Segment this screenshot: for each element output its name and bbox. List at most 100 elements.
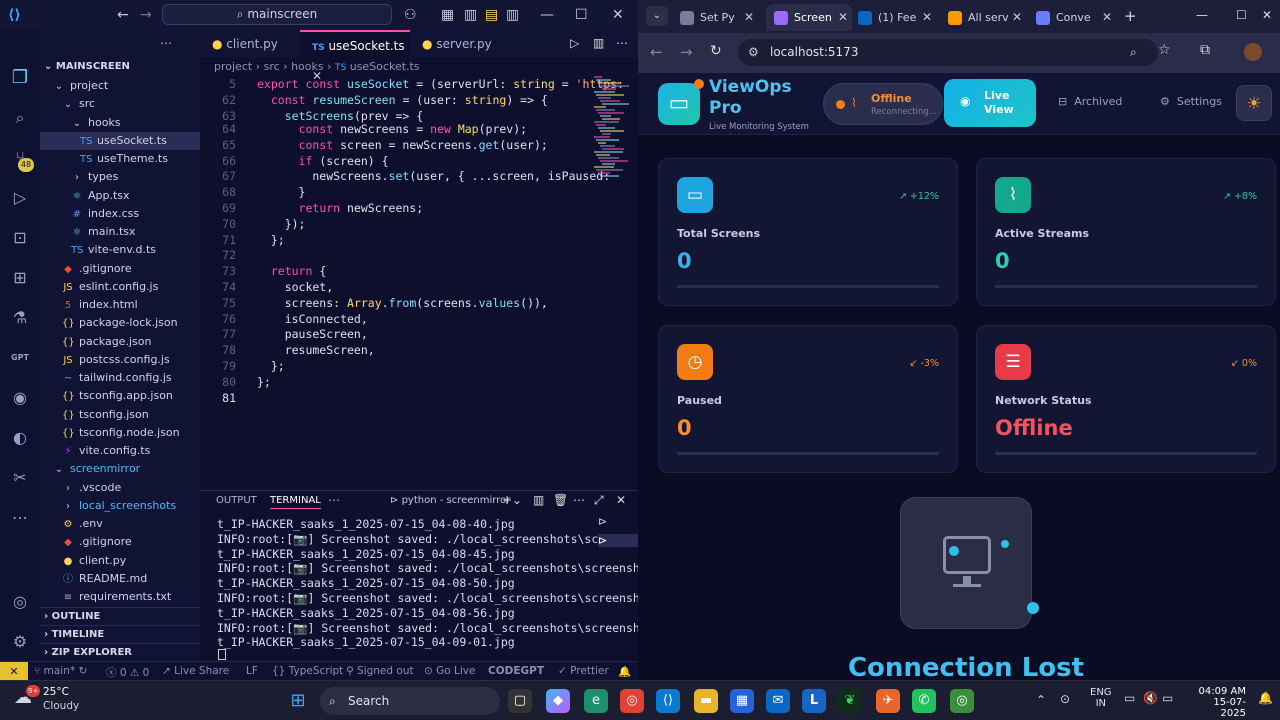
store-app-icon[interactable]: ▦ xyxy=(730,689,754,713)
codegpt-status[interactable]: CODEGPT xyxy=(488,665,544,677)
back-arrow-icon[interactable]: ← xyxy=(650,43,663,61)
file-tree-item[interactable]: ⌄ project xyxy=(40,77,200,95)
minimize-icon[interactable]: — xyxy=(540,7,554,23)
language-indicator[interactable]: ENG IN xyxy=(1090,687,1112,709)
postman-app-icon[interactable]: ✈ xyxy=(876,689,900,713)
file-tree-item[interactable]: TS vite-env.d.ts xyxy=(40,241,200,259)
file-tree-item[interactable]: JS eslint.config.js xyxy=(40,278,200,296)
gitlens-icon[interactable]: ◐ xyxy=(10,428,30,448)
terminal-instance-icon[interactable]: ⊳ xyxy=(598,515,638,528)
file-tree-item[interactable]: {} tsconfig.node.json xyxy=(40,424,200,442)
file-tree-item[interactable]: ~ tailwind.config.js xyxy=(40,369,200,387)
copilot-icon[interactable]: ⚇ xyxy=(404,7,417,23)
show-hidden-icons[interactable]: ⌃ xyxy=(1036,693,1046,707)
run-icon[interactable]: ▷ xyxy=(570,36,579,50)
close-tab-icon[interactable]: ✕ xyxy=(1012,4,1022,31)
explorer-root[interactable]: ⌄ MAINSCREEN xyxy=(40,58,200,76)
theme-toggle-sun-icon[interactable]: ☀ xyxy=(1236,85,1272,121)
linkedin-app-icon[interactable]: L xyxy=(802,689,826,713)
weather-desc[interactable]: Cloudy xyxy=(43,700,79,712)
prettier-status[interactable]: ✓ Prettier xyxy=(558,665,609,677)
github-icon[interactable]: ◉ xyxy=(10,388,30,408)
more-actions-icon[interactable]: ⋯ xyxy=(616,36,628,50)
outline-section[interactable]: › OUTLINE xyxy=(40,607,200,625)
mongodb-app-icon[interactable]: ❦ xyxy=(838,689,862,713)
close-panel-icon[interactable]: ✕ xyxy=(616,493,626,507)
new-terminal-icon[interactable]: +⌄ xyxy=(502,493,522,507)
file-tree-item[interactable]: TS useTheme.ts xyxy=(40,150,200,168)
file-tree-item[interactable]: {} package-lock.json xyxy=(40,314,200,332)
tab-server-py[interactable]: ● server.py xyxy=(410,30,510,58)
forward-arrow-icon[interactable]: → xyxy=(680,43,693,61)
file-tree-item[interactable]: ◆ .gitignore xyxy=(40,533,200,551)
file-tree-item[interactable]: 5 index.html xyxy=(40,296,200,314)
file-tree-item[interactable]: ⚙ .env xyxy=(40,515,200,533)
network-icon[interactable]: ▭ xyxy=(1124,691,1135,705)
close-tab-icon[interactable]: ✕ xyxy=(744,4,754,31)
file-tree-item[interactable]: ⚛ App.tsx xyxy=(40,187,200,205)
windows-start-icon[interactable]: ⊞ xyxy=(286,689,310,713)
search-icon[interactable]: ⌕ xyxy=(10,108,30,128)
layout-icon[interactable]: ▦ xyxy=(441,7,454,23)
settings-button[interactable]: ⚙ Settings xyxy=(1160,95,1222,108)
language-indicator[interactable]: {} TypeScript xyxy=(272,665,343,677)
remote-explorer-icon[interactable]: ⊡ xyxy=(10,228,30,248)
file-explorer-icon[interactable]: ▬ xyxy=(694,689,718,713)
file-tree-item[interactable]: TS useSocket.ts xyxy=(40,131,200,150)
weather-temp[interactable]: 25°C xyxy=(43,686,69,698)
close-icon[interactable]: ✕ xyxy=(1262,8,1272,22)
panel-more-icon[interactable]: ⋯ xyxy=(573,493,585,507)
chrome-browser-icon[interactable]: ◎ xyxy=(620,689,644,713)
outlook-app-icon[interactable]: ✉ xyxy=(766,689,790,713)
testing-icon[interactable]: ⚗ xyxy=(10,308,30,328)
remote-indicator-icon[interactable]: ✕ xyxy=(0,662,28,681)
tab-search-icon[interactable]: ⌄ xyxy=(646,6,668,26)
file-tree-item[interactable]: {} tsconfig.json xyxy=(40,406,200,424)
crumb-file[interactable]: useSocket.ts xyxy=(350,60,420,73)
back-arrow-icon[interactable]: ← xyxy=(117,7,129,23)
codegpt-icon[interactable]: GPT xyxy=(10,348,30,368)
file-tree-item[interactable]: ⓘ README.md xyxy=(40,570,200,588)
file-tree-item[interactable]: › local_screenshots xyxy=(40,497,200,515)
terminal-tab[interactable]: TERMINAL xyxy=(270,495,321,509)
forward-arrow-icon[interactable]: → xyxy=(140,7,152,23)
file-tree-item[interactable]: ⌄ screenmirror xyxy=(40,460,200,478)
crumb-hooks[interactable]: hooks xyxy=(291,60,324,73)
archived-button[interactable]: ⊟ Archived xyxy=(1058,95,1122,108)
branch-indicator[interactable]: ⑂ main* ↻ xyxy=(34,665,87,677)
vscode-app-icon[interactable]: ⟨⟩ xyxy=(656,689,680,713)
close-icon[interactable]: ✕ xyxy=(612,7,624,23)
file-tree-item[interactable]: ≡ requirements.txt xyxy=(40,588,200,606)
close-tab-icon[interactable]: ✕ xyxy=(1102,4,1112,31)
maximize-icon[interactable]: ☐ xyxy=(1236,8,1247,22)
tab-usesocket-ts[interactable]: TS useSocket.ts ✕ xyxy=(300,30,410,83)
file-tree-item[interactable]: ● client.py xyxy=(40,552,200,570)
chrome-profile-icon[interactable]: ◎ xyxy=(950,689,974,713)
edge-browser-icon[interactable]: e xyxy=(584,689,608,713)
file-tree-item[interactable]: ⌄ src xyxy=(40,95,200,113)
browser-tab[interactable]: Screen ✕ xyxy=(766,4,852,31)
run-debug-icon[interactable]: ▷ xyxy=(10,188,30,208)
split-editor-icon[interactable]: ▥ xyxy=(593,36,604,50)
notifications-icon[interactable]: 🔔 xyxy=(618,665,631,678)
close-tab-icon[interactable]: ✕ xyxy=(922,4,932,31)
browser-tab[interactable]: All serv ✕ xyxy=(940,4,1026,31)
tab-client-py[interactable]: ● client.py xyxy=(200,30,300,58)
explorer-more-icon[interactable]: ⋯ xyxy=(160,36,172,50)
more-icon[interactable]: ⋯ xyxy=(10,508,30,528)
minimap[interactable] xyxy=(592,76,632,196)
file-tree-item[interactable]: ⚛ main.tsx xyxy=(40,223,200,241)
extensions-icon[interactable]: ⧉ xyxy=(1200,42,1210,58)
file-tree-item[interactable]: # index.css xyxy=(40,205,200,223)
file-tree-item[interactable]: JS postcss.config.js xyxy=(40,351,200,369)
browser-tab[interactable]: (1) Fee ✕ xyxy=(850,4,936,31)
whatsapp-app-icon[interactable]: ✆ xyxy=(912,689,936,713)
crumb-src[interactable]: src xyxy=(264,60,280,73)
manage-gear-icon[interactable]: ⚙ xyxy=(10,632,30,652)
clock[interactable]: 04:09 AM 15-07-2025 xyxy=(1196,686,1246,719)
file-tree-item[interactable]: ◆ .gitignore xyxy=(40,260,200,278)
notification-bell-icon[interactable]: 🔔 xyxy=(1258,691,1273,705)
command-center-search[interactable]: ⌕ mainscreen xyxy=(162,4,392,25)
browser-tab[interactable]: Conve ✕ xyxy=(1028,4,1116,31)
toggle-panel-icon[interactable]: ▤ xyxy=(485,7,498,23)
